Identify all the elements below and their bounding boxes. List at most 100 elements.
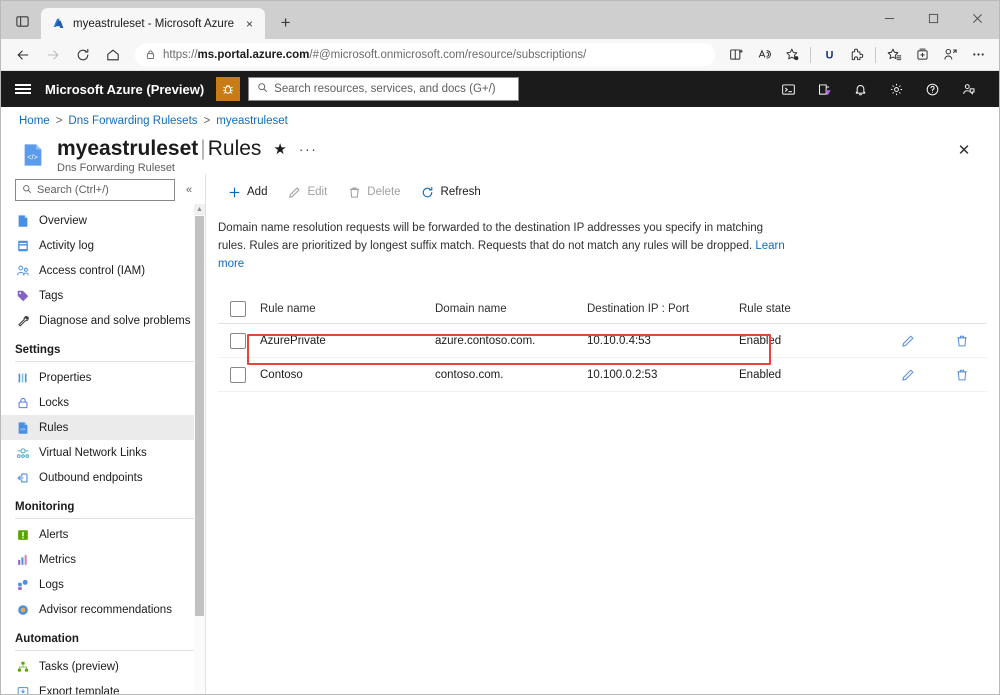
breadcrumb-item-home[interactable]: Home <box>19 115 50 127</box>
sidebar-item-access-control[interactable]: Access control (IAM) <box>1 258 205 283</box>
azure-global-search-input[interactable]: Search resources, services, and docs (G+… <box>248 77 519 101</box>
row-checkbox-cell <box>218 366 260 383</box>
favorite-add-icon[interactable] <box>779 42 805 68</box>
sidebar-item-rules[interactable]: </> Rules <box>1 415 205 440</box>
row-checkbox[interactable] <box>230 332 246 349</box>
sidebar-item-diagnose[interactable]: Diagnose and solve problems <box>1 308 205 333</box>
back-icon[interactable] <box>9 41 37 69</box>
sidebar-item-activity-log[interactable]: Activity log <box>1 233 205 258</box>
edit-button: Edit <box>278 179 336 205</box>
sidebar-item-tags[interactable]: Tags <box>1 283 205 308</box>
tab-close-icon[interactable]: × <box>241 15 258 32</box>
column-header-rule-state[interactable]: Rule state <box>739 303 881 315</box>
address-bar[interactable]: https://ms.portal.azure.com/#@microsoft.… <box>135 42 715 67</box>
row-delete-button[interactable] <box>935 365 989 385</box>
table-row[interactable]: Contoso contoso.com. 10.100.0.2:53 Enabl… <box>218 358 989 393</box>
column-header-destination[interactable]: Destination IP : Port <box>587 303 739 315</box>
sidebar-item-virtual-network-links[interactable]: Virtual Network Links <box>1 440 205 465</box>
help-question-icon[interactable] <box>915 72 949 106</box>
sidebar-item-metrics[interactable]: Metrics <box>1 547 205 572</box>
sidebar-item-properties[interactable]: Properties <box>1 365 205 390</box>
column-header-rule-name[interactable]: Rule name <box>260 303 435 315</box>
tab-list-icon[interactable] <box>7 7 37 35</box>
browser-toolbar: https://ms.portal.azure.com/#@microsoft.… <box>1 39 999 71</box>
select-all-checkbox[interactable] <box>230 300 246 317</box>
sidebar-item-advisor[interactable]: Advisor recommendations <box>1 597 205 622</box>
sidebar-item-export-template[interactable]: Export template <box>1 679 205 694</box>
trash-icon <box>952 365 972 385</box>
cloud-shell-icon[interactable] <box>771 72 805 106</box>
global-menu-icon[interactable] <box>1 71 45 107</box>
read-aloud-icon[interactable] <box>751 42 777 68</box>
breadcrumb-item-current[interactable]: myeastruleset <box>216 115 288 127</box>
outbound-endpoints-icon <box>15 470 30 485</box>
cell-rule-name: Contoso <box>260 368 303 381</box>
sidebar-item-label: Locks <box>39 396 70 409</box>
breadcrumb: Home > Dns Forwarding Rulesets > myeastr… <box>1 107 999 131</box>
page-subtitle: Dns Forwarding Ruleset <box>57 162 175 174</box>
tasks-icon <box>15 659 30 674</box>
more-menu-icon[interactable]: ··· <box>299 142 318 156</box>
sidebar-divider <box>15 361 195 362</box>
window-minimize-button[interactable] <box>867 1 911 35</box>
close-blade-button[interactable]: ✕ <box>951 137 977 163</box>
row-edit-button[interactable] <box>881 365 935 385</box>
rules-table: Rule name Domain name Destination IP : P… <box>218 294 989 393</box>
browser-essentials-icon[interactable] <box>937 42 963 68</box>
row-edit-button[interactable] <box>881 331 935 351</box>
settings-gear-icon[interactable] <box>879 72 913 106</box>
toolbar-divider-2 <box>875 46 876 63</box>
rules-description-text: Domain name resolution requests will be … <box>218 222 764 252</box>
rules-document-icon: </> <box>15 420 30 435</box>
row-checkbox[interactable] <box>230 366 246 383</box>
grammarly-icon[interactable]: U <box>816 42 842 68</box>
sidebar-item-alerts[interactable]: Alerts <box>1 522 205 547</box>
window-maximize-button[interactable] <box>911 1 955 35</box>
sidebar-search-input[interactable]: Search (Ctrl+/) <box>15 179 175 201</box>
svg-text:U: U <box>825 49 833 61</box>
sidebar-scrollbar[interactable]: ▲ <box>194 204 205 694</box>
collapse-sidebar-icon[interactable]: « <box>179 180 199 200</box>
feedback-icon[interactable] <box>951 72 985 106</box>
azure-brand-label[interactable]: Microsoft Azure (Preview) <box>45 82 204 97</box>
scroll-up-icon[interactable]: ▲ <box>194 204 205 215</box>
delete-button: Delete <box>338 179 409 205</box>
sidebar-section-automation: Automation <box>15 633 79 645</box>
table-row[interactable]: AzurePrivate azure.contoso.com. 10.10.0.… <box>218 324 989 359</box>
directory-subscription-icon[interactable] <box>807 72 841 106</box>
new-tab-icon[interactable]: + <box>272 9 299 36</box>
lock-icon <box>15 395 30 410</box>
favorites-list-icon[interactable] <box>881 42 907 68</box>
split-screen-icon[interactable] <box>723 42 749 68</box>
column-header-domain-name[interactable]: Domain name <box>435 303 587 315</box>
page-title: myeastruleset|Rules <box>57 137 262 160</box>
breadcrumb-separator: > <box>55 115 63 127</box>
home-icon[interactable] <box>99 41 127 69</box>
notifications-bell-icon[interactable] <box>843 72 877 106</box>
overview-document-icon <box>15 213 30 228</box>
sidebar-item-overview[interactable]: Overview <box>1 208 205 233</box>
sidebar-item-outbound-endpoints[interactable]: Outbound endpoints <box>1 465 205 490</box>
cell-domain-name: contoso.com. <box>435 368 504 381</box>
row-delete-button[interactable] <box>935 331 989 351</box>
collections-icon[interactable] <box>909 42 935 68</box>
bug-preview-icon[interactable] <box>216 77 241 101</box>
sidebar-divider <box>15 518 195 519</box>
settings-more-icon[interactable] <box>965 42 991 68</box>
browser-tab[interactable]: myeastruleset - Microsoft Azure × <box>41 8 266 39</box>
sidebar-item-tasks[interactable]: Tasks (preview) <box>1 654 205 679</box>
breadcrumb-item-rulesets[interactable]: Dns Forwarding Rulesets <box>68 115 197 127</box>
forward-icon <box>39 41 67 69</box>
svg-text:</>: </> <box>27 153 38 162</box>
sidebar-item-locks[interactable]: Locks <box>1 390 205 415</box>
add-button[interactable]: Add <box>218 179 276 205</box>
extension-puzzle-icon[interactable] <box>844 42 870 68</box>
sidebar-item-logs[interactable]: Logs <box>1 572 205 597</box>
scrollbar-thumb[interactable] <box>195 216 204 616</box>
refresh-button[interactable]: Refresh <box>412 179 490 205</box>
favorite-star-icon[interactable]: ★ <box>273 142 286 157</box>
sidebar-item-label: Metrics <box>39 553 77 566</box>
window-close-button[interactable] <box>955 1 999 35</box>
refresh-icon[interactable] <box>69 41 97 69</box>
dns-ruleset-icon: </> <box>19 141 47 169</box>
